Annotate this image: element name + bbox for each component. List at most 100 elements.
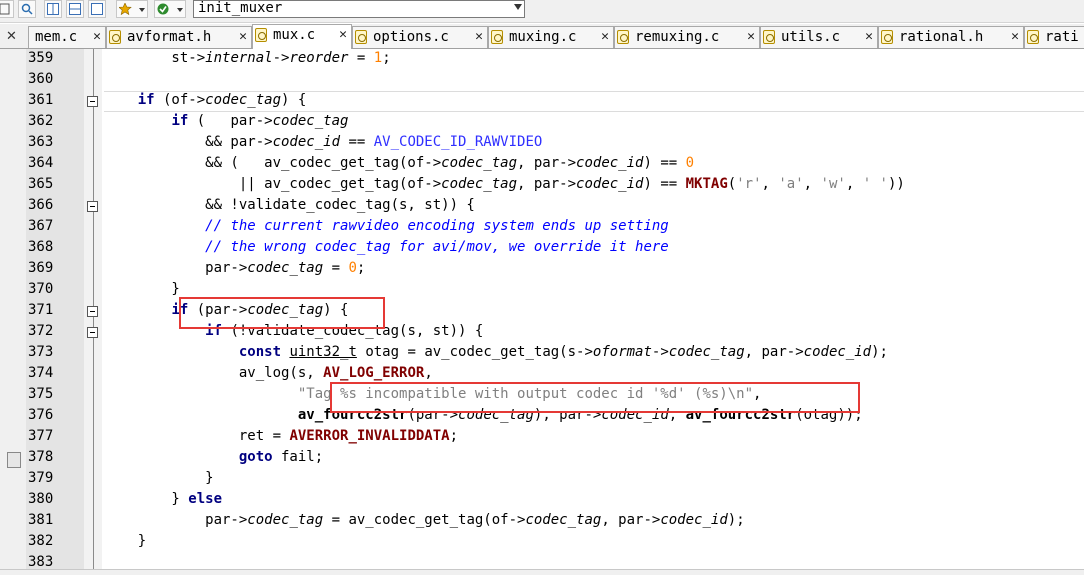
code-line[interactable]: 374 av_log(s, AV_LOG_ERROR, (0, 363, 1084, 384)
code-line[interactable]: 368 // the wrong codec_tag for avi/mov, … (0, 237, 1084, 258)
line-number: 380 (28, 491, 54, 507)
code-line[interactable]: 364 && ( av_codec_get_tag(of->codec_tag,… (0, 153, 1084, 174)
code-text: && par->codec_id == AV_CODEC_ID_RAWVIDEO (104, 134, 543, 150)
code-text: || av_codec_get_tag(of->codec_tag, par->… (104, 176, 905, 192)
find-icon[interactable] (18, 0, 36, 18)
line-number: 370 (28, 281, 54, 297)
code-text: par->codec_tag = av_codec_get_tag(of->co… (104, 512, 745, 528)
split-horizontal-icon[interactable] (66, 0, 84, 18)
code-text: && !validate_codec_tag(s, st)) { (104, 197, 475, 213)
code-text: // the wrong codec_tag for avi/mov, we o… (205, 239, 669, 255)
code-line[interactable]: 367 // the current rawvideo encoding sys… (0, 216, 1084, 237)
line-number: 363 (28, 134, 54, 150)
line-number: 374 (28, 365, 54, 381)
code-text: } (104, 470, 214, 486)
tab-label: rational.h (899, 29, 984, 45)
code-line[interactable]: 378 goto fail; (0, 447, 1084, 468)
fold-toggle-icon[interactable] (87, 96, 98, 107)
code-line[interactable]: 362 if ( par->codec_tag (0, 111, 1084, 132)
line-number: 378 (28, 449, 54, 465)
window-icon[interactable] (88, 0, 106, 18)
tab-utils-c[interactable]: utils.c ✕ (760, 26, 878, 48)
close-icon[interactable]: ✕ (239, 27, 247, 47)
code-line[interactable]: 379 } (0, 468, 1084, 489)
tab-bar: ✕ mem.c ✕ avformat.h ✕ mux.c ✕ options.c… (0, 24, 1084, 49)
line-number: 361 (28, 92, 54, 108)
code-line[interactable]: 377 ret = AVERROR_INVALIDDATA; (0, 426, 1084, 447)
bookmark-star-icon[interactable] (116, 0, 148, 18)
close-icon[interactable]: ✕ (1011, 27, 1019, 47)
file-icon (617, 30, 629, 44)
close-icon[interactable]: ✕ (865, 27, 873, 47)
line-number: 364 (28, 155, 54, 171)
code-line[interactable]: 382 } (0, 531, 1084, 552)
code-line[interactable]: 373 const uint32_t otag = av_codec_get_t… (0, 342, 1084, 363)
code-text: ret = AVERROR_INVALIDDATA; (104, 428, 459, 444)
code-text: st->internal->reorder = 1; (104, 50, 391, 66)
line-number: 381 (28, 512, 54, 528)
close-icon[interactable]: ✕ (339, 25, 347, 45)
tab-label: mux.c (273, 27, 316, 43)
chevron-down-icon[interactable] (514, 4, 522, 10)
line-number: 382 (28, 533, 54, 549)
line-number: 376 (28, 407, 54, 423)
file-icon (491, 30, 503, 44)
tab-label: mem.c (35, 29, 78, 45)
code-text: // the current rawvideo encoding system … (205, 218, 669, 234)
fold-toggle-icon[interactable] (87, 327, 98, 338)
tab-mux-c[interactable]: mux.c ✕ (252, 24, 352, 49)
close-icon[interactable]: ✕ (601, 27, 609, 47)
tab-muxing-c[interactable]: muxing.c ✕ (488, 26, 614, 48)
fold-toggle-icon[interactable] (87, 201, 98, 212)
tab-rati[interactable]: rati (1024, 26, 1084, 48)
checkmark-icon[interactable] (154, 0, 186, 18)
line-number: 360 (28, 71, 54, 87)
code-line[interactable]: 372 if (!validate_codec_tag(s, st)) { (0, 321, 1084, 342)
split-vertical-icon[interactable] (44, 0, 62, 18)
line-number: 369 (28, 260, 54, 276)
code-editor[interactable]: 359 st->internal->reorder = 1; 360 361 if … (0, 48, 1084, 574)
code-line[interactable]: 363 && par->codec_id == AV_CODEC_ID_RAWV… (0, 132, 1084, 153)
code-text: } (104, 281, 180, 297)
function-combo[interactable]: init_muxer (193, 0, 525, 18)
line-number: 377 (28, 428, 54, 444)
close-icon[interactable]: ✕ (747, 27, 755, 47)
code-line[interactable]: 366 && !validate_codec_tag(s, st)) { (0, 195, 1084, 216)
file-icon (355, 30, 367, 44)
file-icon (1027, 30, 1039, 44)
code-text: av_log(s, AV_LOG_ERROR, (104, 365, 433, 381)
horizontal-scrollbar[interactable] (0, 569, 1084, 575)
tab-remuxing-c[interactable]: remuxing.c ✕ (614, 26, 760, 48)
file-icon (763, 30, 775, 44)
tab-label: rati (1045, 29, 1079, 45)
tab-rational-h[interactable]: rational.h ✕ (878, 26, 1024, 48)
paste-icon[interactable] (0, 0, 14, 18)
tab-mem-c[interactable]: mem.c ✕ (28, 26, 106, 48)
annotation-box-error-string (330, 382, 860, 413)
close-icon[interactable]: ✕ (6, 29, 17, 44)
tab-label: avformat.h (127, 29, 212, 45)
line-number: 365 (28, 176, 54, 192)
code-text: par->codec_tag = 0; (104, 260, 366, 276)
code-line[interactable]: 361 if (of->codec_tag) { (0, 90, 1084, 111)
code-text: && ( av_codec_get_tag(of->codec_tag, par… (104, 155, 695, 171)
code-line[interactable]: 365 || av_codec_get_tag(of->codec_tag, p… (0, 174, 1084, 195)
line-number: 359 (28, 50, 54, 66)
code-line[interactable]: 370 } (0, 279, 1084, 300)
close-icon[interactable]: ✕ (475, 27, 483, 47)
close-icon[interactable]: ✕ (93, 27, 101, 47)
tab-avformat-h[interactable]: avformat.h ✕ (106, 26, 252, 48)
code-text: const uint32_t otag = av_codec_get_tag(s… (238, 344, 888, 360)
code-line[interactable]: 380 } else (0, 489, 1084, 510)
code-line[interactable]: 371 if (par->codec_tag) { (0, 300, 1084, 321)
code-text: } (104, 533, 147, 549)
line-number: 362 (28, 113, 54, 129)
code-line[interactable]: 360 (0, 69, 1084, 90)
code-line[interactable]: 381 par->codec_tag = av_codec_get_tag(of… (0, 510, 1084, 531)
fold-toggle-icon[interactable] (87, 306, 98, 317)
tab-options-c[interactable]: options.c ✕ (352, 26, 488, 48)
line-number: 372 (28, 323, 54, 339)
code-line[interactable]: 369 par->codec_tag = 0; (0, 258, 1084, 279)
tab-label: options.c (373, 29, 449, 45)
code-line[interactable]: 359 st->internal->reorder = 1; (0, 48, 1084, 69)
